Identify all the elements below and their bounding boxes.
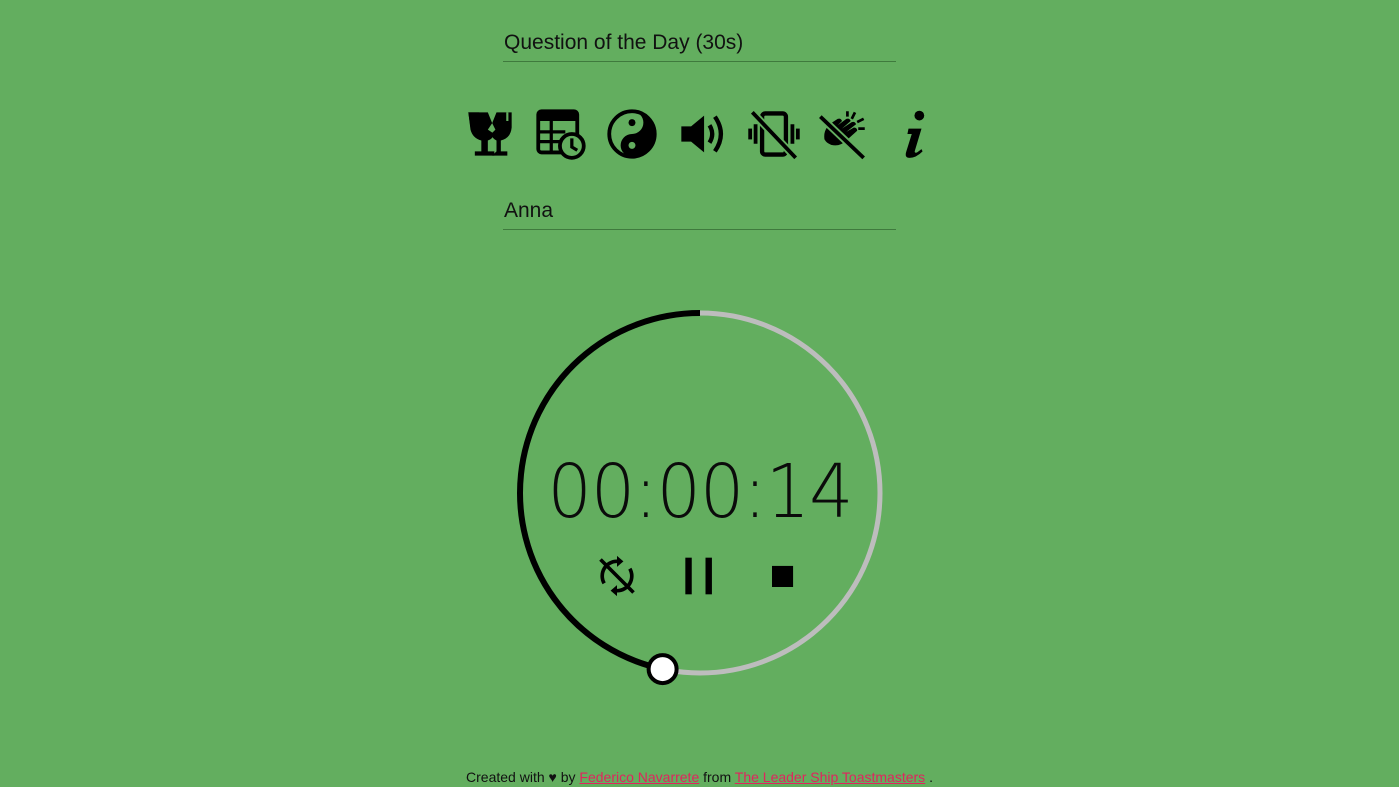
speaker-name-input[interactable] (503, 198, 896, 230)
applause-button[interactable] (812, 105, 872, 163)
toolbar (460, 105, 940, 163)
stop-button[interactable] (759, 552, 807, 600)
footer-credits: Created with ♥ by Federico Navarrete fro… (0, 769, 1399, 785)
timer-progress-handle[interactable] (646, 653, 679, 686)
footer-middle: from (703, 769, 732, 785)
elapsed-time-display: 00:00:14 (547, 449, 854, 535)
broken-glass-button[interactable] (460, 105, 520, 163)
stop-icon (772, 565, 794, 587)
info-button[interactable] (885, 105, 945, 163)
info-icon (905, 110, 925, 158)
vibration-button[interactable] (744, 105, 804, 163)
auto-reset-toggle-button[interactable] (593, 552, 641, 600)
club-link[interactable]: The Leader Ship Toastmasters (735, 769, 925, 785)
timer-page: 00:00:14 Created with ♥ by Federico Nava… (0, 0, 1399, 787)
meeting-role-title-input[interactable] (503, 30, 896, 62)
footer-prefix: Created with ♥ by (466, 769, 576, 785)
footer-suffix: . (929, 769, 933, 785)
schedule-table-icon (536, 109, 586, 160)
author-link[interactable]: Federico Navarrete (579, 769, 699, 785)
clapping-off-icon (817, 111, 867, 160)
sound-button[interactable] (673, 105, 733, 163)
yin-yang-icon (607, 109, 657, 159)
pause-icon (685, 557, 712, 595)
vibration-off-icon (748, 109, 800, 160)
pause-button[interactable] (676, 552, 724, 600)
schedule-button[interactable] (531, 105, 591, 163)
broken-glass-icon (468, 112, 512, 156)
mode-button[interactable] (602, 105, 662, 163)
sync-off-icon (599, 555, 635, 597)
volume-icon (681, 115, 724, 153)
